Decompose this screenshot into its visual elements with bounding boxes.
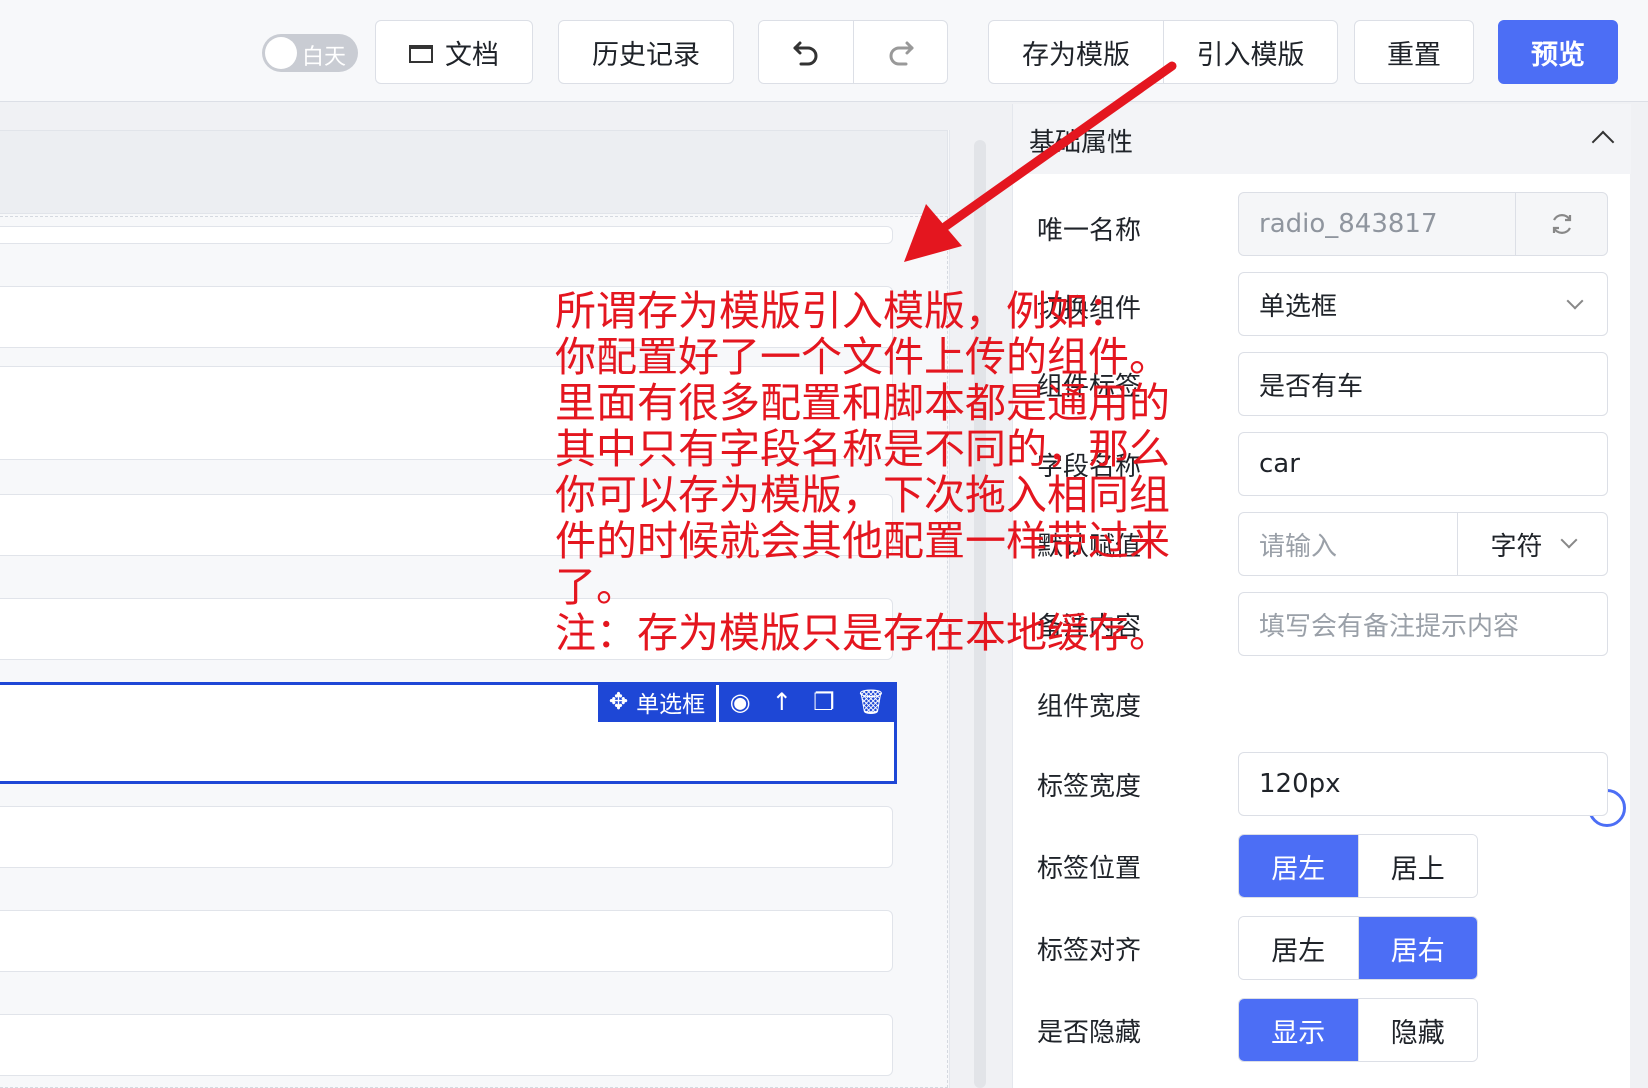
theme-toggle[interactable]: 白天 bbox=[262, 34, 358, 72]
undo-redo-group bbox=[758, 20, 948, 84]
switch-component-value: 单选框 bbox=[1259, 291, 1338, 322]
form-row[interactable] bbox=[0, 806, 893, 868]
remark-placeholder: 填写会有备注提示内容 bbox=[1259, 611, 1520, 642]
unique-name-label: 唯一名称 bbox=[1037, 216, 1142, 246]
component-label-input[interactable]: 是否有车 bbox=[1238, 352, 1608, 416]
default-value-placeholder: 请输入 bbox=[1259, 531, 1338, 562]
switch-component-select[interactable]: 单选框 bbox=[1238, 272, 1608, 336]
chevron-down-icon bbox=[1560, 531, 1577, 549]
undo-icon bbox=[793, 41, 818, 66]
eye-icon[interactable]: ◉ bbox=[730, 690, 751, 714]
preview-button[interactable]: 预览 bbox=[1498, 20, 1618, 84]
field-name-input[interactable]: car bbox=[1238, 432, 1608, 496]
form-row[interactable] bbox=[0, 1014, 893, 1076]
hidden-show[interactable]: 显示 bbox=[1239, 999, 1358, 1061]
save-template-button[interactable]: 存为模版 bbox=[989, 21, 1163, 83]
template-group: 存为模版 引入模版 bbox=[988, 20, 1338, 84]
top-toolbar: 白天 文档 历史记录 存为模版 引入模版 重置 预览 bbox=[0, 0, 1648, 102]
redo-button[interactable] bbox=[853, 21, 947, 83]
label-align-segment: 居左 居右 bbox=[1238, 916, 1478, 980]
import-template-button[interactable]: 引入模版 bbox=[1163, 21, 1337, 83]
move-icon: ✥ bbox=[608, 689, 629, 715]
document-icon bbox=[409, 45, 433, 63]
history-button[interactable]: 历史记录 bbox=[558, 20, 734, 84]
toggle-knob bbox=[265, 37, 297, 69]
annotation-line: 所谓存为模版引入模版，例如： bbox=[555, 287, 1129, 335]
selected-component-actions: ◉ ↑ ❐ 🗑 bbox=[719, 682, 897, 722]
annotation-line: 里面有很多配置和脚本都是通用的 bbox=[555, 379, 1170, 427]
default-value-type: 字符 bbox=[1490, 531, 1543, 562]
width-label: 组件宽度 bbox=[1037, 692, 1142, 722]
hidden-segment: 显示 隐藏 bbox=[1238, 998, 1478, 1062]
preview-button-label: 预览 bbox=[1531, 39, 1585, 71]
annotation-line: 你配置好了一个文件上传的组件。 bbox=[555, 333, 1170, 381]
panel-header[interactable]: 基础属性 bbox=[1013, 104, 1631, 174]
theme-toggle-label: 白天 bbox=[302, 45, 347, 70]
chevron-down-icon bbox=[1566, 292, 1584, 310]
annotation-line: 其中只有字段名称是不同的，那么 bbox=[555, 425, 1170, 473]
trash-icon[interactable]: 🗑 bbox=[856, 690, 886, 714]
annotation-line: 件的时候就会其他配置一样带过来 bbox=[555, 517, 1170, 565]
unique-name-field: radio_843817 bbox=[1238, 192, 1608, 256]
annotation-line: 了。 bbox=[555, 563, 637, 611]
field-name-value: car bbox=[1259, 449, 1300, 479]
canvas-header-bar bbox=[0, 130, 948, 214]
hidden-hide[interactable]: 隐藏 bbox=[1357, 999, 1477, 1061]
save-template-label: 存为模版 bbox=[1022, 39, 1130, 71]
component-label-value: 是否有车 bbox=[1259, 371, 1364, 402]
hidden-label: 是否隐藏 bbox=[1037, 1018, 1142, 1048]
default-value-input[interactable]: 请输入 字符 bbox=[1238, 512, 1608, 576]
label-position-segment: 居左 居上 bbox=[1238, 834, 1478, 898]
annotation-line: 注：存为模版只是存在本地缓存。 bbox=[555, 609, 1170, 657]
label-align-label: 标签对齐 bbox=[1037, 936, 1142, 966]
import-template-label: 引入模版 bbox=[1196, 39, 1305, 71]
form-row[interactable] bbox=[0, 910, 893, 972]
annotation-line: 你可以存为模版，下次拖入相同组 bbox=[555, 471, 1170, 519]
arrow-up-icon[interactable]: ↑ bbox=[772, 690, 792, 714]
reset-button[interactable]: 重置 bbox=[1354, 20, 1474, 84]
selected-component-label: 单选框 bbox=[636, 692, 706, 718]
label-width-label: 标签宽度 bbox=[1037, 772, 1142, 802]
annotation-text: 所谓存为模版引入模版，例如： 你配置好了一个文件上传的组件。 里面有很多配置和脚… bbox=[555, 288, 1255, 656]
label-width-input[interactable]: 120px bbox=[1238, 752, 1608, 816]
label-position-left[interactable]: 居左 bbox=[1239, 835, 1358, 897]
unique-name-value: radio_843817 bbox=[1259, 209, 1438, 239]
label-align-left[interactable]: 居左 bbox=[1239, 917, 1358, 979]
doc-button-label: 文档 bbox=[445, 39, 499, 71]
panel-title: 基础属性 bbox=[1029, 128, 1134, 158]
remark-input[interactable]: 填写会有备注提示内容 bbox=[1238, 592, 1608, 656]
selected-component-drag-handle[interactable]: ✥ 单选框 bbox=[598, 682, 716, 722]
undo-button[interactable] bbox=[759, 21, 853, 83]
chevron-up-icon[interactable] bbox=[1591, 130, 1615, 154]
redo-icon bbox=[889, 41, 913, 66]
copy-icon[interactable]: ❐ bbox=[813, 690, 835, 714]
label-width-value: 120px bbox=[1259, 769, 1341, 799]
refresh-icon bbox=[1552, 214, 1571, 234]
reset-button-label: 重置 bbox=[1387, 39, 1441, 71]
history-button-label: 历史记录 bbox=[592, 39, 700, 71]
form-row[interactable] bbox=[0, 226, 893, 244]
doc-button[interactable]: 文档 bbox=[375, 20, 533, 84]
refresh-button[interactable] bbox=[1515, 193, 1607, 255]
label-position-top[interactable]: 居上 bbox=[1357, 835, 1477, 897]
default-value-type-select[interactable]: 字符 bbox=[1457, 513, 1607, 575]
label-position-label: 标签位置 bbox=[1037, 854, 1142, 884]
label-align-right[interactable]: 居右 bbox=[1357, 917, 1477, 979]
